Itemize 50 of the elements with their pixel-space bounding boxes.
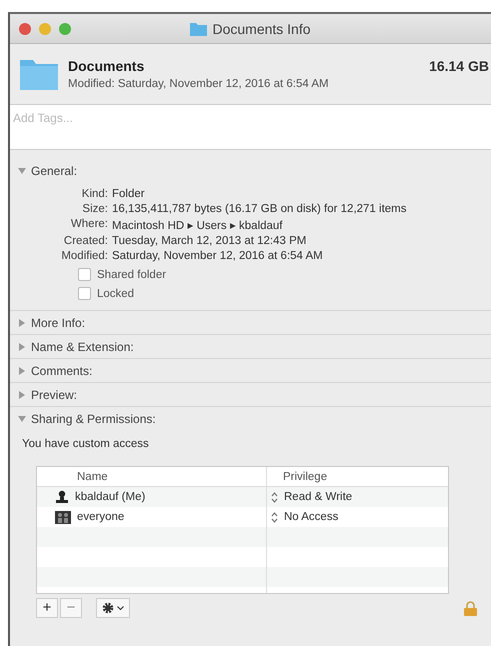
up-down-arrows-icon[interactable] bbox=[271, 512, 278, 522]
chevron-down-icon bbox=[117, 606, 124, 610]
section-title[interactable]: Preview: bbox=[31, 388, 78, 402]
checkbox[interactable] bbox=[78, 268, 91, 281]
table-cell: kbaldauf (Me) bbox=[75, 491, 146, 503]
action-menu-button[interactable] bbox=[96, 598, 130, 618]
file-size: 16.14 GB bbox=[429, 58, 490, 74]
field-value: Folder bbox=[112, 188, 146, 200]
checkbox-label: Locked bbox=[97, 288, 134, 300]
people-icon bbox=[55, 510, 71, 524]
field-label: Where: bbox=[70, 218, 108, 232]
field-value: Macintosh HD ▸ Users ▸ kbaldauf bbox=[112, 219, 284, 232]
field-label: Kind: bbox=[80, 188, 108, 200]
gear-icon bbox=[102, 602, 114, 614]
section-title[interactable]: More Info: bbox=[31, 316, 86, 330]
access-note: You have custom access bbox=[22, 438, 150, 450]
field-value: Tuesday, March 12, 2013 at 12:43 PM bbox=[112, 235, 308, 247]
privilege-dropdown[interactable]: Read & Write bbox=[284, 491, 352, 503]
tags-field[interactable]: Add Tags... bbox=[10, 104, 491, 150]
expanded-triangle-icon[interactable] bbox=[18, 415, 26, 423]
field-label: Created: bbox=[62, 235, 108, 247]
folder-icon bbox=[190, 22, 208, 36]
section-title[interactable]: General: bbox=[31, 164, 78, 178]
up-down-arrows-icon[interactable] bbox=[271, 492, 278, 502]
checkbox-label: Shared folder bbox=[97, 268, 166, 280]
collapsed-triangle-icon[interactable] bbox=[18, 391, 26, 399]
section-title[interactable]: Sharing & Permissions: bbox=[31, 412, 156, 426]
field-value: Saturday, November 12, 2016 at 6:54 AM bbox=[112, 250, 324, 262]
file-name: Documents bbox=[68, 58, 144, 74]
field-label: Modified: bbox=[60, 250, 108, 262]
add-button[interactable]: + bbox=[36, 598, 58, 618]
privilege-dropdown[interactable]: No Access bbox=[284, 511, 338, 523]
minimize-button[interactable] bbox=[39, 22, 51, 34]
collapsed-triangle-icon[interactable] bbox=[18, 367, 26, 375]
field-value: 16,135,411,787 bytes (16.17 GB on disk) for 12,271 items bbox=[112, 203, 408, 215]
collapsed-triangle-icon[interactable] bbox=[18, 343, 26, 351]
field-label: Size: bbox=[81, 203, 108, 215]
checkbox[interactable] bbox=[78, 287, 91, 300]
person-icon bbox=[55, 490, 69, 504]
window-title: Documents Info bbox=[212, 20, 311, 36]
close-button[interactable] bbox=[19, 22, 31, 34]
zoom-button[interactable] bbox=[59, 22, 71, 34]
folder-icon bbox=[20, 58, 58, 90]
expanded-triangle-icon[interactable] bbox=[18, 167, 26, 175]
collapsed-triangle-icon[interactable] bbox=[18, 319, 26, 327]
section-title[interactable]: Comments: bbox=[31, 364, 92, 378]
modified-date: Modified: Saturday, November 12, 2016 at 6:54 AM bbox=[68, 78, 330, 90]
lock-icon[interactable] bbox=[464, 600, 477, 616]
section-title[interactable]: Name & Extension: bbox=[31, 340, 134, 354]
table-cell: everyone bbox=[77, 511, 124, 523]
